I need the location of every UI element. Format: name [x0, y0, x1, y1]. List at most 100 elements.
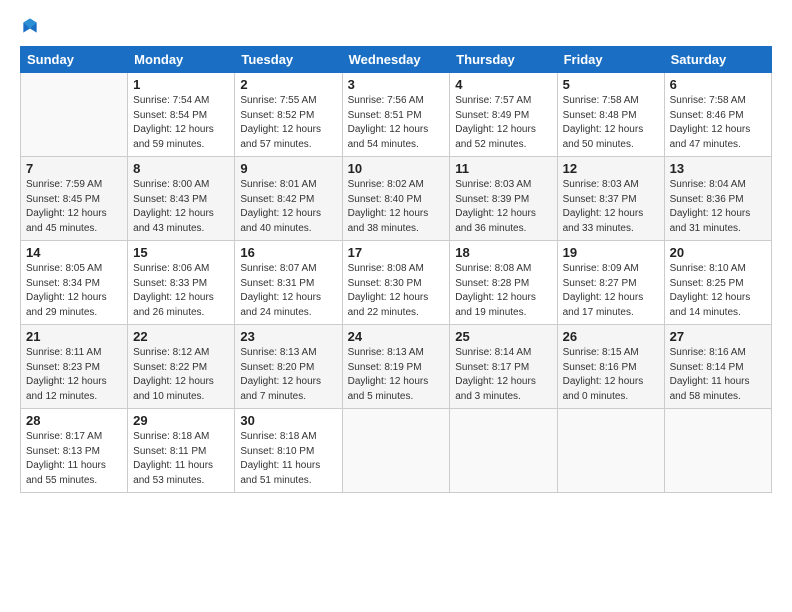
day-info: Sunrise: 8:09 AM Sunset: 8:27 PM Dayligh… [563, 262, 659, 320]
day-number: 19 [563, 245, 659, 260]
calendar-cell: 30 Sunrise: 8:18 AM Sunset: 8:10 PM Dayli… [235, 409, 342, 493]
day-number: 6 [670, 77, 766, 92]
calendar-cell: 5 Sunrise: 7:58 AM Sunset: 8:48 PM Daylig… [557, 73, 664, 157]
calendar-cell: 10 Sunrise: 8:02 AM Sunset: 8:40 PM Dayli… [342, 157, 450, 241]
calendar-cell: 19 Sunrise: 8:09 AM Sunset: 8:27 PM Dayli… [557, 241, 664, 325]
calendar-cell [557, 409, 664, 493]
day-info: Sunrise: 8:06 AM Sunset: 8:33 PM Dayligh… [133, 262, 229, 320]
calendar-cell: 29 Sunrise: 8:18 AM Sunset: 8:11 PM Dayli… [128, 409, 235, 493]
day-number: 7 [26, 161, 122, 176]
calendar-cell: 2 Sunrise: 7:55 AM Sunset: 8:52 PM Daylig… [235, 73, 342, 157]
calendar-cell: 26Sunrise: 8:15 AM Sunset: 8:16 PM Dayli… [557, 325, 664, 409]
day-number: 24 [348, 329, 445, 344]
day-number: 25 [455, 329, 551, 344]
day-info: Sunrise: 8:13 AM Sunset: 8:20 PM Dayligh… [240, 346, 336, 404]
day-number: 3 [348, 77, 445, 92]
day-number: 14 [26, 245, 122, 260]
calendar-cell: 25 Sunrise: 8:14 AM Sunset: 8:17 PM Dayli… [450, 325, 557, 409]
day-number: 11 [455, 161, 551, 176]
day-number: 30 [240, 413, 336, 428]
day-number: 20 [670, 245, 766, 260]
day-number: 8 [133, 161, 229, 176]
day-number: 23 [240, 329, 336, 344]
calendar-cell [342, 409, 450, 493]
calendar-table: SundayMondayTuesdayWednesdayThursdayFrid… [20, 46, 772, 493]
day-info: Sunrise: 8:07 AM Sunset: 8:31 PM Dayligh… [240, 262, 336, 320]
day-number: 28 [26, 413, 122, 428]
day-number: 10 [348, 161, 445, 176]
day-info: Sunrise: 8:02 AM Sunset: 8:40 PM Dayligh… [348, 178, 445, 236]
day-info: Sunrise: 8:10 AM Sunset: 8:25 PM Dayligh… [670, 262, 766, 320]
calendar-cell: 22 Sunrise: 8:12 AM Sunset: 8:22 PM Dayli… [128, 325, 235, 409]
day-number: 2 [240, 77, 336, 92]
weekday-header-tuesday: Tuesday [235, 47, 342, 73]
day-number: 5 [563, 77, 659, 92]
calendar-cell: 28 Sunrise: 8:17 AM Sunset: 8:13 PM Dayli… [21, 409, 128, 493]
calendar-cell: 12 Sunrise: 8:03 AM Sunset: 8:37 PM Dayli… [557, 157, 664, 241]
day-info: Sunrise: 8:03 AM Sunset: 8:39 PM Dayligh… [455, 178, 551, 236]
weekday-header-thursday: Thursday [450, 47, 557, 73]
day-info: Sunrise: 8:08 AM Sunset: 8:30 PM Dayligh… [348, 262, 445, 320]
day-info: Sunrise: 8:13 AM Sunset: 8:19 PM Dayligh… [348, 346, 445, 404]
weekday-header-wednesday: Wednesday [342, 47, 450, 73]
calendar-cell: 3 Sunrise: 7:56 AM Sunset: 8:51 PM Daylig… [342, 73, 450, 157]
day-info: Sunrise: 8:18 AM Sunset: 8:11 PM Dayligh… [133, 430, 229, 488]
calendar-cell [21, 73, 128, 157]
day-info: Sunrise: 7:55 AM Sunset: 8:52 PM Dayligh… [240, 94, 336, 152]
day-info: Sunrise: 7:56 AM Sunset: 8:51 PM Dayligh… [348, 94, 445, 152]
day-info: Sunrise: 8:08 AM Sunset: 8:28 PM Dayligh… [455, 262, 551, 320]
calendar-cell: 1 Sunrise: 7:54 AM Sunset: 8:54 PM Daylig… [128, 73, 235, 157]
day-info: Sunrise: 8:00 AM Sunset: 8:43 PM Dayligh… [133, 178, 229, 236]
day-number: 13 [670, 161, 766, 176]
logo [20, 16, 42, 36]
day-info: Sunrise: 7:57 AM Sunset: 8:49 PM Dayligh… [455, 94, 551, 152]
calendar-cell: 18 Sunrise: 8:08 AM Sunset: 8:28 PM Dayli… [450, 241, 557, 325]
day-number: 18 [455, 245, 551, 260]
calendar-cell: 16 Sunrise: 8:07 AM Sunset: 8:31 PM Dayli… [235, 241, 342, 325]
calendar-cell: 17 Sunrise: 8:08 AM Sunset: 8:30 PM Dayli… [342, 241, 450, 325]
day-number: 29 [133, 413, 229, 428]
day-number: 27 [670, 329, 766, 344]
calendar-cell: 4 Sunrise: 7:57 AM Sunset: 8:49 PM Daylig… [450, 73, 557, 157]
weekday-header-monday: Monday [128, 47, 235, 73]
day-number: 16 [240, 245, 336, 260]
day-info: Sunrise: 7:59 AM Sunset: 8:45 PM Dayligh… [26, 178, 122, 236]
calendar-cell: 13Sunrise: 8:04 AM Sunset: 8:36 PM Dayli… [664, 157, 771, 241]
calendar-cell: 21 Sunrise: 8:11 AM Sunset: 8:23 PM Dayli… [21, 325, 128, 409]
day-info: Sunrise: 8:12 AM Sunset: 8:22 PM Dayligh… [133, 346, 229, 404]
weekday-header-friday: Friday [557, 47, 664, 73]
day-number: 9 [240, 161, 336, 176]
weekday-header-sunday: Sunday [21, 47, 128, 73]
calendar-cell: 7 Sunrise: 7:59 AM Sunset: 8:45 PM Daylig… [21, 157, 128, 241]
day-info: Sunrise: 8:18 AM Sunset: 8:10 PM Dayligh… [240, 430, 336, 488]
calendar-cell: 14 Sunrise: 8:05 AM Sunset: 8:34 PM Dayli… [21, 241, 128, 325]
calendar-cell: 23 Sunrise: 8:13 AM Sunset: 8:20 PM Dayli… [235, 325, 342, 409]
day-number: 17 [348, 245, 445, 260]
calendar-cell: 6 Sunrise: 7:58 AM Sunset: 8:46 PM Daylig… [664, 73, 771, 157]
day-info: Sunrise: 8:15 AM Sunset: 8:16 PM Dayligh… [563, 346, 659, 404]
calendar-cell [450, 409, 557, 493]
day-number: 12 [563, 161, 659, 176]
day-info: Sunrise: 8:11 AM Sunset: 8:23 PM Dayligh… [26, 346, 122, 404]
weekday-header-saturday: Saturday [664, 47, 771, 73]
day-number: 4 [455, 77, 551, 92]
day-number: 1 [133, 77, 229, 92]
day-number: 22 [133, 329, 229, 344]
calendar-cell: 24 Sunrise: 8:13 AM Sunset: 8:19 PM Dayli… [342, 325, 450, 409]
day-info: Sunrise: 7:58 AM Sunset: 8:48 PM Dayligh… [563, 94, 659, 152]
day-info: Sunrise: 7:54 AM Sunset: 8:54 PM Dayligh… [133, 94, 229, 152]
day-info: Sunrise: 7:58 AM Sunset: 8:46 PM Dayligh… [670, 94, 766, 152]
day-number: 15 [133, 245, 229, 260]
calendar-cell: 8 Sunrise: 8:00 AM Sunset: 8:43 PM Daylig… [128, 157, 235, 241]
day-info: Sunrise: 8:01 AM Sunset: 8:42 PM Dayligh… [240, 178, 336, 236]
calendar-cell: 9 Sunrise: 8:01 AM Sunset: 8:42 PM Daylig… [235, 157, 342, 241]
calendar-cell: 15 Sunrise: 8:06 AM Sunset: 8:33 PM Dayli… [128, 241, 235, 325]
day-info: Sunrise: 8:14 AM Sunset: 8:17 PM Dayligh… [455, 346, 551, 404]
day-info: Sunrise: 8:05 AM Sunset: 8:34 PM Dayligh… [26, 262, 122, 320]
day-number: 21 [26, 329, 122, 344]
day-info: Sunrise: 8:03 AM Sunset: 8:37 PM Dayligh… [563, 178, 659, 236]
calendar-cell: 11 Sunrise: 8:03 AM Sunset: 8:39 PM Dayli… [450, 157, 557, 241]
day-info: Sunrise: 8:17 AM Sunset: 8:13 PM Dayligh… [26, 430, 122, 488]
calendar-cell [664, 409, 771, 493]
calendar-cell: 27Sunrise: 8:16 AM Sunset: 8:14 PM Dayli… [664, 325, 771, 409]
